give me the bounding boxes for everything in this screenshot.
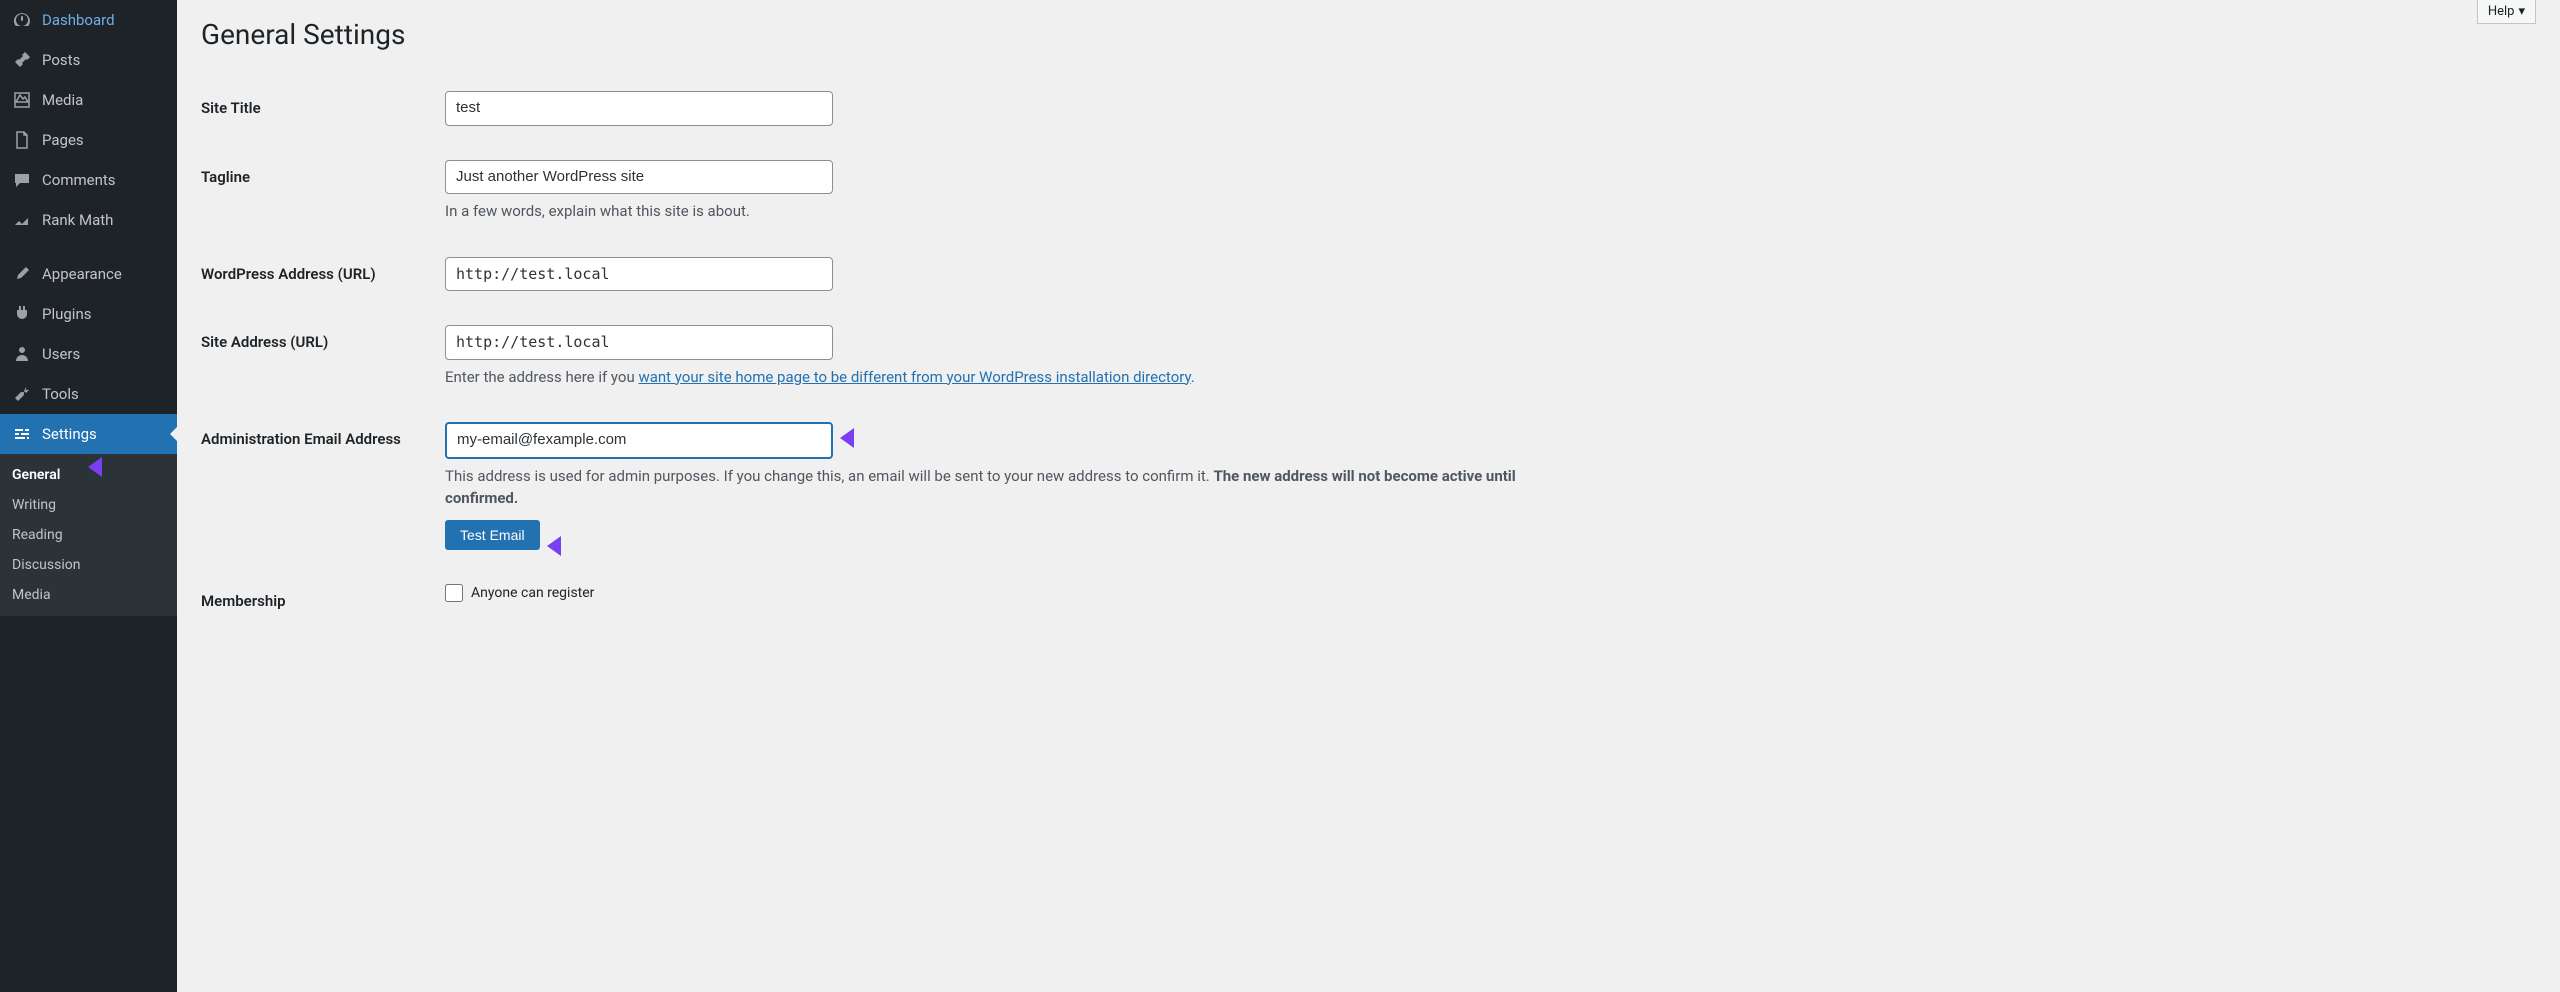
- sidebar-item-settings[interactable]: Settings: [0, 414, 177, 454]
- sidebar-item-posts[interactable]: Posts: [0, 40, 177, 80]
- site-url-hint: Enter the address here if you want your …: [445, 366, 1545, 389]
- media-icon: [12, 90, 32, 110]
- annotation-arrow-icon: [547, 534, 607, 562]
- sidebar-item-tools[interactable]: Tools: [0, 374, 177, 414]
- brush-icon: [12, 264, 32, 284]
- sidebar-item-label: Tools: [42, 385, 79, 403]
- site-url-hint-link[interactable]: want your site home page to be different…: [638, 368, 1190, 386]
- sliders-icon: [12, 424, 32, 444]
- sidebar-item-media[interactable]: Media: [0, 80, 177, 120]
- submenu-item-discussion[interactable]: Discussion: [0, 550, 177, 580]
- sidebar-item-pages[interactable]: Pages: [0, 120, 177, 160]
- site-url-input[interactable]: [445, 325, 833, 360]
- sidebar-item-label: Pages: [42, 131, 84, 149]
- wrench-icon: [12, 384, 32, 404]
- submenu-item-reading[interactable]: Reading: [0, 520, 177, 550]
- sidebar-item-comments[interactable]: Comments: [0, 160, 177, 200]
- sidebar-item-label: Rank Math: [42, 211, 113, 229]
- sidebar-item-appearance[interactable]: Appearance: [0, 254, 177, 294]
- submenu-item-general[interactable]: General: [0, 460, 177, 490]
- admin-sidebar: Dashboard Posts Media Pages Comments Ran…: [0, 0, 177, 992]
- pin-icon: [12, 50, 32, 70]
- sidebar-item-label: Plugins: [42, 305, 91, 323]
- sidebar-item-label: Media: [42, 91, 83, 109]
- sidebar-item-label: Settings: [42, 425, 97, 443]
- sidebar-item-label: Appearance: [42, 265, 122, 283]
- chevron-down-icon: ▾: [2518, 4, 2525, 19]
- submenu-item-writing[interactable]: Writing: [0, 490, 177, 520]
- site-url-label: Site Address (URL): [201, 325, 445, 351]
- comments-icon: [12, 170, 32, 190]
- wp-url-input[interactable]: [445, 257, 833, 292]
- dashboard-icon: [12, 10, 32, 30]
- help-label: Help: [2488, 4, 2515, 19]
- plug-icon: [12, 304, 32, 324]
- sidebar-item-label: Posts: [42, 51, 80, 69]
- membership-label: Membership: [201, 584, 445, 610]
- submenu-item-media[interactable]: Media: [0, 580, 177, 610]
- user-icon: [12, 344, 32, 364]
- main-content: Help ▾ General Settings Site Title Tagli…: [177, 0, 2560, 992]
- pages-icon: [12, 130, 32, 150]
- admin-email-hint: This address is used for admin purposes.…: [445, 465, 1545, 510]
- sidebar-item-label: Users: [42, 345, 80, 363]
- sidebar-item-label: Comments: [42, 171, 116, 189]
- tagline-label: Tagline: [201, 160, 445, 186]
- tagline-hint: In a few words, explain what this site i…: [445, 200, 1545, 223]
- page-title: General Settings: [201, 0, 2536, 61]
- membership-checkbox[interactable]: [445, 584, 463, 602]
- test-email-button[interactable]: Test Email: [445, 520, 540, 550]
- chart-icon: [12, 210, 32, 230]
- admin-email-label: Administration Email Address: [201, 422, 445, 448]
- membership-checkbox-label: Anyone can register: [471, 585, 594, 601]
- sidebar-item-rankmath[interactable]: Rank Math: [0, 200, 177, 240]
- admin-email-input[interactable]: [445, 422, 833, 459]
- settings-submenu: General Writing Reading Discussion Media: [0, 454, 177, 616]
- sidebar-item-plugins[interactable]: Plugins: [0, 294, 177, 334]
- sidebar-item-label: Dashboard: [42, 11, 115, 29]
- site-title-input[interactable]: [445, 91, 833, 126]
- site-title-label: Site Title: [201, 91, 445, 117]
- annotation-arrow-icon: [840, 426, 900, 454]
- sidebar-item-dashboard[interactable]: Dashboard: [0, 0, 177, 40]
- sidebar-item-users[interactable]: Users: [0, 334, 177, 374]
- tagline-input[interactable]: [445, 160, 833, 195]
- wp-url-label: WordPress Address (URL): [201, 257, 445, 283]
- help-tab[interactable]: Help ▾: [2477, 0, 2536, 24]
